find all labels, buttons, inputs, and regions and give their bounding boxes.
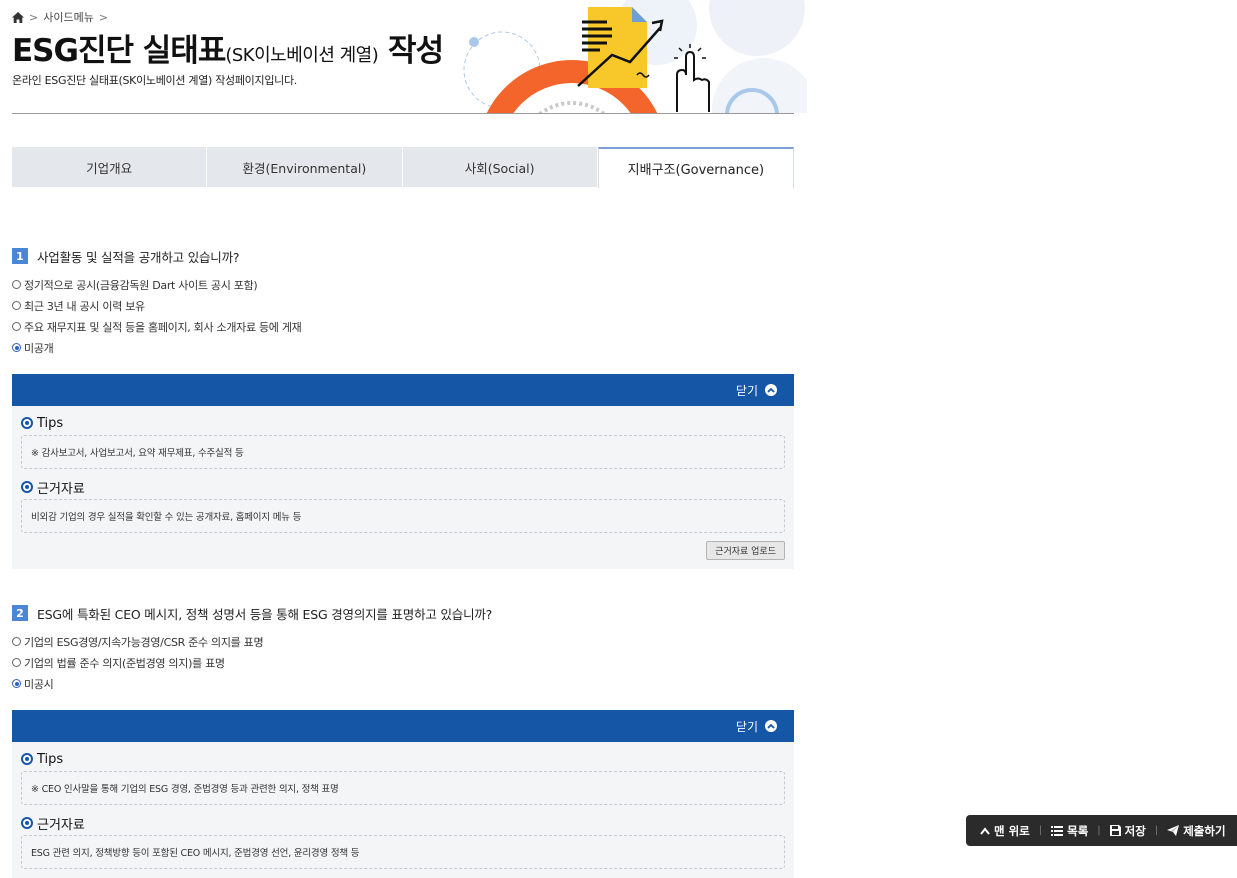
floating-action-bar: 맨 위로 | 목록 | 저장 | 제출하기	[966, 815, 1237, 846]
question-header: 1 사업활동 및 실적을 공개하고 있습니까?	[12, 247, 794, 265]
list-button[interactable]: 목록	[1051, 823, 1088, 839]
evidence-box: ESG 관련 의지, 정책방향 등이 포함된 CEO 메시지, 준법경영 선언,…	[21, 835, 785, 869]
send-icon	[1167, 825, 1180, 836]
upload-row: 근거자료 업로드	[21, 541, 785, 560]
answer-options: 정기적으로 공시(금융감독원 Dart 사이트 공시 포함) 최근 3년 내 공…	[12, 274, 794, 358]
radio-button[interactable]	[12, 637, 21, 646]
tips-box: ※ 감사보고서, 사업보고서, 요약 재무제표, 수주실적 등	[21, 435, 785, 469]
save-label: 저장	[1124, 823, 1146, 838]
evidence-upload-button[interactable]: 근거자료 업로드	[706, 541, 785, 560]
panel-body: Tips ※ 감사보고서, 사업보고서, 요약 재무제표, 수주실적 등 근거자…	[12, 406, 794, 569]
guide-panel: 닫기 Tips ※ CEO 인사말을 통해 기업의 ESG 경영, 준법경영 등…	[12, 710, 794, 878]
evidence-heading: 근거자료	[21, 814, 785, 833]
save-icon	[1109, 825, 1121, 836]
separator: |	[1038, 825, 1043, 836]
header-divider	[12, 113, 794, 114]
submit-button[interactable]: 제출하기	[1167, 823, 1226, 839]
chevron-right-icon: >	[98, 10, 109, 24]
question-text: 사업활동 및 실적을 공개하고 있습니까?	[37, 249, 240, 265]
tips-title: Tips	[37, 415, 64, 431]
option-label: 정기적으로 공시(금융감독원 Dart 사이트 공시 포함)	[24, 278, 258, 292]
page-title: ESG진단 실태표(SK이노베이션 계열) 작성	[12, 25, 444, 70]
radio-button[interactable]	[12, 658, 21, 667]
answer-option[interactable]: 주요 재무지표 및 실적 등을 홈페이지, 회사 소개자료 등에 게재	[12, 316, 794, 337]
option-label: 기업의 ESG경영/지속가능경영/CSR 준수 의지를 표명	[24, 635, 264, 649]
chevron-up-icon	[980, 826, 990, 835]
answer-option[interactable]: 미공개	[12, 337, 794, 358]
tips-heading: Tips	[21, 750, 785, 768]
question-number-badge: 1	[12, 248, 28, 264]
panel-toggle-label: 닫기	[735, 719, 758, 734]
list-icon	[1051, 825, 1064, 836]
page-title-sub: (SK이노베이션 계열)	[225, 45, 379, 66]
chevron-up-icon	[765, 384, 777, 396]
answer-option[interactable]: 미공시	[12, 673, 794, 694]
tips-box: ※ CEO 인사말을 통해 기업의 ESG 경영, 준법경영 등과 관련한 의지…	[21, 771, 785, 805]
breadcrumb-item[interactable]: 사이드메뉴	[43, 9, 94, 25]
panel-toggle-label: 닫기	[735, 383, 758, 398]
panel-body: Tips ※ CEO 인사말을 통해 기업의 ESG 경영, 준법경영 등과 관…	[12, 742, 794, 878]
radio-button-selected[interactable]	[12, 679, 21, 688]
page-title-main: ESG진단 실태표	[12, 33, 226, 69]
panel-toggle-bar[interactable]: 닫기	[12, 710, 794, 742]
panel-toggle-bar[interactable]: 닫기	[12, 374, 794, 406]
scroll-top-label: 맨 위로	[994, 823, 1030, 838]
answer-options: 기업의 ESG경영/지속가능경영/CSR 준수 의지를 표명 기업의 법률 준수…	[12, 631, 794, 694]
bullet-icon	[21, 753, 33, 765]
list-label: 목록	[1067, 823, 1089, 838]
bullet-icon	[21, 481, 33, 493]
save-button[interactable]: 저장	[1109, 823, 1146, 839]
page-description: 온라인 ESG진단 실태표(SK이노베이션 계열) 작성페이지입니다.	[12, 74, 297, 87]
separator: |	[1154, 825, 1159, 836]
tips-heading: Tips	[21, 414, 785, 432]
evidence-heading: 근거자료	[21, 478, 785, 497]
home-icon[interactable]	[12, 11, 24, 23]
radio-button[interactable]	[12, 322, 21, 331]
answer-option[interactable]: 최근 3년 내 공시 이력 보유	[12, 295, 794, 316]
scroll-top-button[interactable]: 맨 위로	[980, 823, 1030, 839]
bullet-icon	[21, 417, 33, 429]
tab-governance[interactable]: 지배구조(Governance)	[597, 147, 794, 188]
chevron-right-icon: >	[29, 10, 39, 24]
tab-company-overview[interactable]: 기업개요	[12, 147, 208, 187]
option-label: 최근 3년 내 공시 이력 보유	[24, 299, 145, 313]
option-label: 미공시	[24, 677, 54, 691]
chevron-up-icon	[765, 720, 777, 732]
radio-button-selected[interactable]	[12, 343, 21, 352]
guide-panel: 닫기 Tips ※ 감사보고서, 사업보고서, 요약 재무제표, 수주실적 등 …	[12, 374, 794, 569]
evidence-title: 근거자료	[37, 481, 85, 497]
answer-option[interactable]: 기업의 ESG경영/지속가능경영/CSR 준수 의지를 표명	[12, 631, 794, 652]
tips-title: Tips	[37, 751, 64, 767]
breadcrumb: > 사이드메뉴 >	[12, 9, 113, 25]
evidence-title: 근거자료	[37, 817, 85, 833]
answer-option[interactable]: 정기적으로 공시(금융감독원 Dart 사이트 공시 포함)	[12, 274, 794, 295]
submit-label: 제출하기	[1183, 823, 1226, 838]
evidence-box: 비외감 기업의 경우 실적을 확인할 수 있는 공개자료, 홈페이지 메뉴 등	[21, 499, 785, 533]
hero-illustration	[462, 0, 816, 250]
tab-environmental[interactable]: 환경(Environmental)	[207, 147, 403, 187]
question-1: 1 사업활동 및 실적을 공개하고 있습니까? 정기적으로 공시(금융감독원 D…	[12, 247, 794, 569]
option-label: 미공개	[24, 341, 54, 355]
question-number-badge: 2	[12, 605, 28, 621]
category-tabs: 기업개요 환경(Environmental) 사회(Social) 지배구조(G…	[12, 147, 794, 188]
option-label: 주요 재무지표 및 실적 등을 홈페이지, 회사 소개자료 등에 게재	[24, 320, 302, 334]
question-header: 2 ESG에 특화된 CEO 메시지, 정책 성명서 등을 통해 ESG 경영의…	[12, 604, 794, 622]
radio-button[interactable]	[12, 301, 21, 310]
option-label: 기업의 법률 준수 의지(준법경영 의지)를 표명	[24, 656, 225, 670]
page-title-tail: 작성	[378, 33, 444, 69]
question-2: 2 ESG에 특화된 CEO 메시지, 정책 성명서 등을 통해 ESG 경영의…	[12, 604, 794, 878]
answer-option[interactable]: 기업의 법률 준수 의지(준법경영 의지)를 표명	[12, 652, 794, 673]
bullet-icon	[21, 817, 33, 829]
tab-social[interactable]: 사회(Social)	[402, 147, 598, 187]
question-text: ESG에 특화된 CEO 메시지, 정책 성명서 등을 통해 ESG 경영의지를…	[37, 606, 493, 622]
separator: |	[1097, 825, 1101, 836]
radio-button[interactable]	[12, 280, 21, 289]
